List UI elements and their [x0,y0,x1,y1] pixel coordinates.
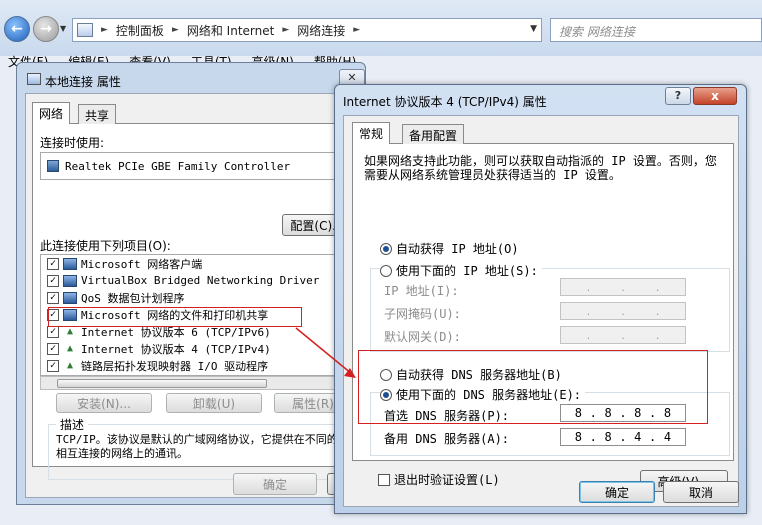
radio-selected-icon[interactable] [380,242,392,255]
ip-manual-radio[interactable]: 使用下面的 IP 地址(S): [380,262,542,279]
back-button[interactable]: ← [4,16,30,42]
item-label: VirtualBox Bridged Networking Driver [81,274,320,287]
ip-manual-label: 使用下面的 IP 地址(S): [396,264,538,278]
validate-on-exit-checkbox[interactable]: 退出时验证设置(L) [378,471,500,488]
ok-button[interactable]: 确定 [233,473,317,495]
list-item[interactable]: ✓ QoS 数据包计划程序 [41,289,351,306]
ipv4-properties-window: Internet 协议版本 4 (TCP/IPv4) 属性 ? x 常规 备用配… [334,84,747,514]
help-button[interactable]: ? [665,87,691,105]
close-button[interactable]: x [693,87,737,105]
item-checkbox[interactable]: ✓ [47,291,59,304]
octet-1: 8 [574,430,583,444]
subnet-mask-field[interactable]: ... [560,302,686,320]
close-icon: ✕ [347,71,357,84]
network-adapter-icon [47,160,59,172]
radio-unselected-icon[interactable] [380,264,392,277]
adapter-name: Realtek PCIe GBE Family Controller [65,159,291,173]
default-gateway-field[interactable]: ... [560,326,686,344]
highlight-dns-settings [358,350,708,424]
chevron-down-icon[interactable]: ▼ [60,24,66,33]
address-bar[interactable]: ► 控制面板 ► 网络和 Internet ► 网络连接 ► ▼ [72,18,542,42]
ip-address-label: IP 地址(I): [384,284,459,298]
connect-using-label: 连接时使用: [40,136,105,150]
validate-label: 退出时验证设置(L) [394,473,500,487]
description-text: TCP/IP。该协议是默认的广域网络协议，它提供在不同的相互连接的网络上的通讯。 [56,433,338,460]
tab-general[interactable]: 常规 [352,122,391,144]
arrow-left-icon: ← [11,21,23,37]
item-checkbox[interactable]: ✓ [47,359,59,372]
cancel-button[interactable]: 取消 [663,481,739,503]
forward-button[interactable]: → [33,16,59,42]
uninstall-button[interactable]: 卸载(U) [166,393,262,413]
window-title: 本地连接 属性 [45,75,121,89]
default-gateway-label: 默认网关(D): [384,330,461,344]
dialog-body: 常规 备用配置 如果网络支持此功能，则可以获取自动指派的 IP 设置。否则，您需… [343,115,739,507]
item-checkbox[interactable]: ✓ [47,325,59,338]
breadcrumb-network-internet[interactable]: 网络和 Internet [187,22,274,39]
subnet-mask-label: 子网掩码(U): [384,307,461,321]
chevron-right-icon[interactable]: ► [101,25,108,35]
highlight-ipv4-item [48,307,302,327]
item-checkbox[interactable]: ✓ [47,274,59,287]
explorer-toolbar: ← → ▼ ► 控制面板 ► 网络和 Internet ► 网络连接 ► ▼ 搜… [0,0,762,56]
adapter-box: Realtek PCIe GBE Family Controller [40,152,350,180]
alternate-dns-field[interactable]: 8. 8. 4. 4 [560,428,686,446]
octet-3: 4 [634,430,642,444]
item-label: Internet 协议版本 4 (TCP/IPv4) [81,342,271,356]
checkbox-unchecked-icon[interactable] [378,473,390,486]
network-client-icon [63,257,77,270]
install-button[interactable]: 安装(N)... [56,393,152,413]
protocol-icon: ▲ [66,325,74,337]
item-label: Microsoft 网络客户端 [81,257,203,271]
ip-auto-radio[interactable]: 自动获得 IP 地址(O) [380,240,519,257]
control-panel-icon [77,23,93,37]
description-title: 描述 [56,416,89,433]
item-label: 链路层拓扑发现映射器 I/O 驱动程序 [81,359,269,373]
qos-icon [63,291,77,304]
tab-alternate-configuration[interactable]: 备用配置 [402,124,465,144]
list-item[interactable]: ✓ ▲ 链路层拓扑发现映射器 I/O 驱动程序 [41,357,351,374]
chevron-right-icon[interactable]: ► [353,25,360,35]
breadcrumb-control-panel[interactable]: 控制面板 [116,22,164,39]
network-connection-icon [27,73,41,85]
list-item[interactable]: ✓ VirtualBox Bridged Networking Driver [41,272,351,289]
chevron-right-icon[interactable]: ► [282,25,289,35]
alternate-dns-label: 备用 DNS 服务器(A): [384,432,510,446]
item-label: QoS 数据包计划程序 [81,291,185,305]
item-checkbox[interactable]: ✓ [47,257,59,270]
chevron-right-icon[interactable]: ► [172,25,179,35]
list-item-ipv4[interactable]: ✓ ▲ Internet 协议版本 4 (TCP/IPv4) [41,340,351,357]
search-input[interactable]: 搜索 网络连接 [550,18,762,42]
horizontal-scrollbar[interactable] [40,376,352,390]
ip-address-field[interactable]: ... [560,278,686,296]
window-title: Internet 协议版本 4 (TCP/IPv4) 属性 [343,95,547,109]
arrow-right-icon: → [40,21,52,37]
intro-text: 如果网络支持此功能，则可以获取自动指派的 IP 设置。否则，您需要从网络系统管理… [364,154,717,182]
item-checkbox[interactable]: ✓ [47,342,59,355]
tab-networking[interactable]: 网络 [32,102,71,124]
breadcrumb-network-connections[interactable]: 网络连接 [297,22,345,39]
network-driver-icon [63,274,77,287]
ok-button[interactable]: 确定 [579,481,655,503]
list-item[interactable]: ✓ Microsoft 网络客户端 [41,255,351,272]
protocol-icon: ▲ [66,359,74,371]
items-label: 此连接使用下列项目(O): [40,239,171,253]
octet-2: 8 [604,430,612,444]
local-connection-properties-window: 本地连接 属性 ✕ 网络 共享 连接时使用: Realtek PCIe GBE … [16,62,366,505]
protocol-icon: ▲ [66,342,74,354]
tab-sharing[interactable]: 共享 [78,104,117,124]
dialog-body: 网络 共享 连接时使用: Realtek PCIe GBE Family Con… [25,93,359,498]
ip-auto-label: 自动获得 IP 地址(O) [396,242,519,256]
chevron-down-icon[interactable]: ▼ [530,24,537,34]
scrollbar-thumb[interactable] [57,379,267,388]
octet-4: 4 [663,430,672,444]
